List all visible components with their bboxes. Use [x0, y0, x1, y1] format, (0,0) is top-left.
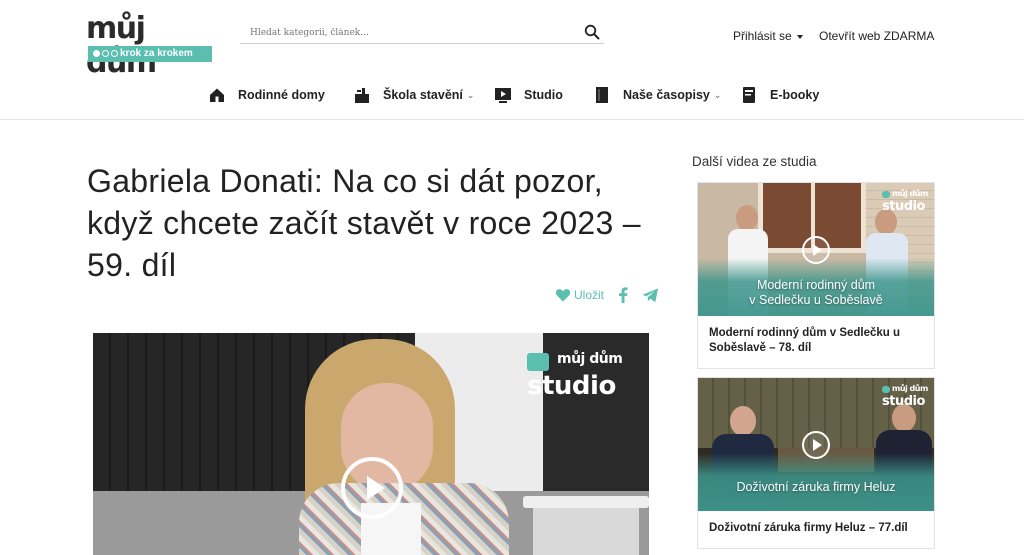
- nav-label: E-booky: [770, 88, 820, 102]
- nav-label: Studio: [524, 88, 563, 102]
- sidebar-title: Další videa ze studia: [692, 154, 817, 169]
- thumbnail-title-line2: v Sedlečku u Soběslavě: [749, 293, 883, 307]
- share-bar: Uložit: [555, 285, 659, 305]
- play-button[interactable]: [802, 431, 830, 459]
- site-logo[interactable]: můj dům krok za krokem: [86, 12, 214, 80]
- thumbnail-title-line1: Doživotní záruka firmy Heluz: [736, 480, 896, 494]
- logo-tagline-text: krok za krokem: [120, 48, 193, 59]
- video-card-title[interactable]: Moderní rodinný dům v Sedlečku u Soběsla…: [698, 316, 934, 368]
- nav-label: Naše časopisy: [623, 88, 710, 102]
- nav-item-studio[interactable]: Studio: [494, 80, 563, 110]
- chevron-down-icon: ⌄: [466, 89, 475, 100]
- search-icon[interactable]: [584, 24, 600, 40]
- chevron-down-icon: ⌄: [713, 89, 722, 100]
- video-thumbnail[interactable]: můj dům studio Doživotní záruka firmy He…: [698, 378, 934, 511]
- nav-item-skola-staveni[interactable]: Škola stavění ⌄: [353, 80, 474, 110]
- ebook-icon: [743, 87, 755, 103]
- save-label: Uložit: [574, 288, 605, 302]
- article-title: Gabriela Donati: Na co si dát pozor, kdy…: [87, 163, 641, 283]
- nav-label: Rodinné domy: [238, 88, 325, 102]
- nav-item-rodinne-domy[interactable]: Rodinné domy: [208, 80, 325, 110]
- video-card[interactable]: můj dům studio Doživotní záruka firmy He…: [697, 377, 935, 549]
- speech-bubble-icon: [882, 191, 890, 198]
- save-button[interactable]: Uložit: [555, 288, 604, 302]
- studio-brand-logo: můj dům studio: [882, 189, 928, 214]
- magazine-icon: [596, 87, 608, 103]
- login-label: Přihlásit se: [733, 29, 792, 43]
- nav-label: Škola stavění: [383, 88, 463, 102]
- facebook-icon[interactable]: [618, 287, 628, 303]
- studio-brand-logo: můj dům studio: [882, 384, 928, 409]
- heart-icon: [555, 289, 571, 302]
- caret-down-icon: [796, 34, 803, 39]
- site-header: můj dům krok za krokem Přihlásit se Otev…: [0, 0, 1024, 120]
- nav-item-e-booky[interactable]: E-booky: [740, 80, 819, 110]
- nav-item-nase-casopisy[interactable]: Naše časopisy ⌄: [593, 80, 721, 110]
- logo-dots-icon: [93, 50, 119, 58]
- video-player[interactable]: můj dům studio: [93, 333, 649, 555]
- telegram-icon[interactable]: [642, 288, 659, 303]
- video-icon: [495, 88, 511, 103]
- search-bar: [240, 22, 604, 44]
- login-dropdown[interactable]: Přihlásit se: [733, 29, 803, 43]
- search-input[interactable]: [250, 25, 570, 41]
- logo-tagline: krok za krokem: [88, 46, 212, 62]
- video-card-title[interactable]: Doživotní záruka firmy Heluz – 77.díl: [698, 511, 934, 548]
- speech-bubble-icon: [527, 353, 549, 371]
- speech-bubble-icon: [882, 386, 890, 393]
- thumbnail-title-line1: Moderní rodinný dům: [756, 278, 876, 292]
- play-button[interactable]: [341, 457, 403, 519]
- video-thumbnail[interactable]: můj dům studio Moderní rodinný dům v Sed…: [698, 183, 934, 316]
- studio-brand-logo: můj dům studio: [527, 351, 623, 401]
- building-icon: [355, 88, 369, 103]
- house-icon: [210, 88, 224, 102]
- open-web-link[interactable]: Otevřít web ZDARMA: [819, 29, 934, 43]
- video-card[interactable]: můj dům studio Moderní rodinný dům v Sed…: [697, 182, 935, 369]
- play-button[interactable]: [802, 236, 830, 264]
